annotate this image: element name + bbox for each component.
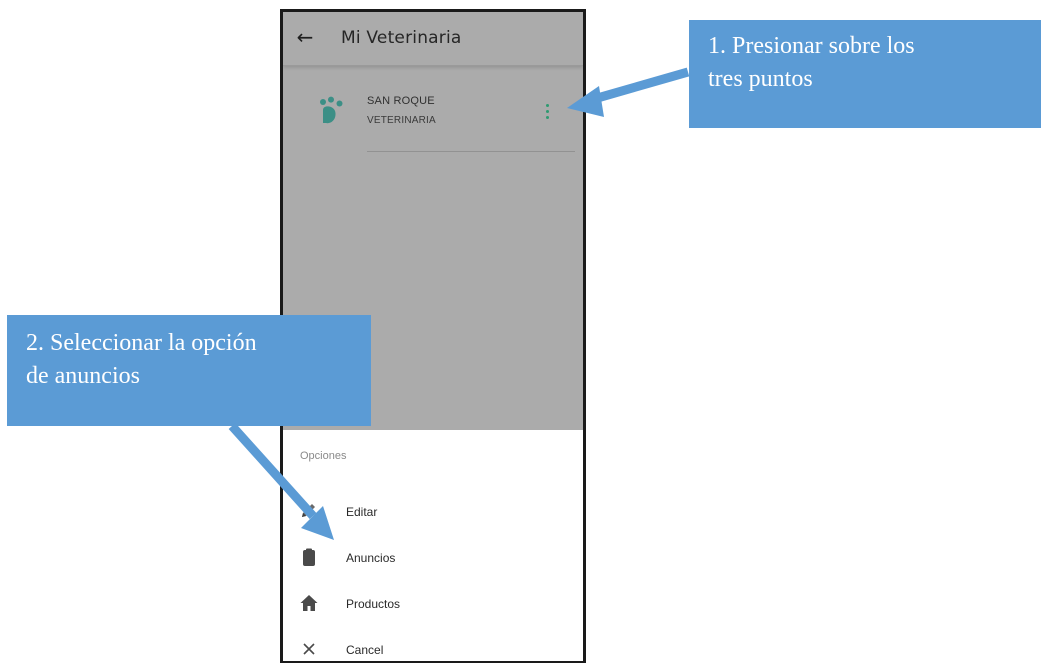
paw-icon bbox=[320, 96, 343, 124]
app-bar: ← Mi Veterinaria bbox=[283, 12, 583, 66]
option-cancel[interactable]: Cancel bbox=[283, 628, 583, 661]
option-label: Anuncios bbox=[346, 551, 396, 565]
option-label: Productos bbox=[346, 597, 401, 611]
back-arrow-icon[interactable]: ← bbox=[293, 25, 317, 49]
sheet-header: Opciones bbox=[300, 450, 347, 462]
veterinaria-list-item[interactable]: SAN ROQUE VETERINARIA bbox=[283, 90, 583, 152]
annotation-callout-1: 1. Presionar sobre los tres puntos bbox=[689, 20, 1041, 128]
option-label: Editar bbox=[346, 505, 378, 519]
options-bottom-sheet: Opciones Editar Anuncios Productos Cance… bbox=[283, 430, 583, 661]
edit-pencil-icon bbox=[302, 504, 315, 517]
item-subtitle: VETERINARIA bbox=[367, 115, 436, 126]
close-icon bbox=[303, 643, 315, 655]
divider bbox=[367, 151, 575, 152]
home-icon bbox=[300, 595, 318, 611]
option-label: Cancel bbox=[346, 643, 384, 657]
annotation-line: 1. Presionar sobre los bbox=[708, 33, 915, 59]
option-editar[interactable]: Editar bbox=[283, 490, 583, 534]
more-vertical-icon[interactable] bbox=[537, 98, 557, 124]
clipboard-icon bbox=[303, 548, 315, 566]
annotation-line: de anuncios bbox=[26, 363, 140, 389]
item-title: SAN ROQUE bbox=[367, 95, 435, 107]
annotation-line: 2. Seleccionar la opción bbox=[26, 330, 257, 356]
annotation-line: tres puntos bbox=[708, 66, 813, 92]
page-title: Mi Veterinaria bbox=[341, 28, 462, 48]
arrow-to-menu bbox=[592, 67, 690, 104]
option-productos[interactable]: Productos bbox=[283, 582, 583, 626]
annotation-callout-2: 2. Seleccionar la opción de anuncios bbox=[7, 315, 371, 426]
option-anuncios[interactable]: Anuncios bbox=[283, 536, 583, 580]
